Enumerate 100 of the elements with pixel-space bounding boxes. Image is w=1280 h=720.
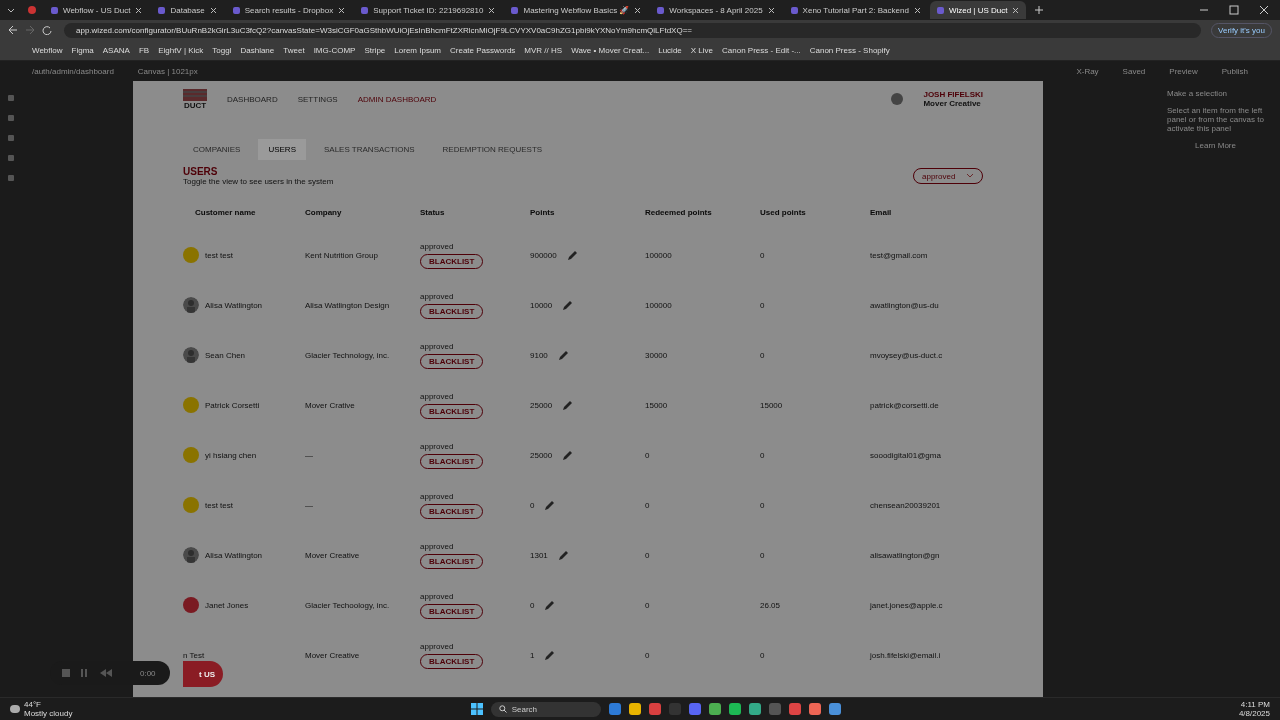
bookmark[interactable]: FB	[138, 45, 150, 55]
bookmark[interactable]: Toggl	[212, 45, 232, 55]
close-icon[interactable]	[135, 6, 143, 14]
weather-icon[interactable]	[10, 705, 20, 713]
status-text: approved	[420, 341, 454, 351]
app-icon[interactable]	[628, 703, 641, 715]
edit-icon[interactable]	[557, 349, 569, 361]
close-icon[interactable]	[338, 6, 346, 14]
app-icon[interactable]	[708, 703, 721, 715]
tab[interactable]: USERS	[258, 139, 306, 160]
tab[interactable]: COMPANIES	[183, 139, 251, 160]
toolbar-button[interactable]: X-Ray	[1076, 66, 1099, 76]
bookmark[interactable]: Figma	[71, 45, 94, 55]
edit-icon[interactable]	[562, 449, 574, 461]
bookmark[interactable]: X Live	[690, 45, 714, 55]
close-icon[interactable]	[488, 6, 496, 14]
toolbar-button[interactable]: Saved	[1122, 66, 1146, 76]
bookmark[interactable]: Webflow	[32, 45, 63, 55]
app-icon[interactable]	[788, 703, 801, 715]
bookmark[interactable]: IMG-COMP	[313, 45, 356, 55]
user-name: JOSH FIFELSKI	[923, 90, 983, 99]
close-icon[interactable]	[634, 6, 642, 14]
email-cell-text: alisawatlington@gn	[870, 550, 941, 560]
app-icon[interactable]	[748, 703, 761, 715]
app-icon[interactable]	[808, 703, 821, 715]
bookmark[interactable]: Stripe	[364, 45, 386, 55]
edit-icon[interactable]	[544, 599, 556, 611]
bookmark[interactable]: Canon Press - Shopify	[809, 45, 890, 55]
new-tab-icon[interactable]	[1034, 5, 1045, 15]
app-icon[interactable]	[688, 703, 701, 715]
edit-icon[interactable]	[557, 549, 569, 561]
tab[interactable]: REDEMPTION REQUESTS	[432, 139, 553, 160]
edit-icon[interactable]	[544, 649, 556, 661]
browser-tab[interactable]: Database	[151, 1, 224, 19]
learn-more-link[interactable]: Learn More	[1195, 141, 1236, 150]
status-text: approved	[420, 291, 454, 301]
bookmark[interactable]: ASANA	[102, 45, 130, 55]
clock-date: 4/8/2025	[1238, 709, 1270, 718]
app-icon[interactable]	[648, 703, 661, 715]
points-cell: 0	[530, 500, 535, 510]
nav-link[interactable]: ADMIN DASHBOARD	[357, 94, 437, 104]
bookmark[interactable]: EightV | Kick	[158, 45, 204, 55]
recording-time: 0:00	[140, 668, 156, 678]
bookmark[interactable]: Dashlane	[240, 45, 275, 55]
email-cell-text: patrick@corsetti.de	[870, 400, 940, 410]
close-icon[interactable]	[913, 6, 921, 14]
bookmark[interactable]: Lucide	[658, 45, 682, 55]
used-cell-text: 0	[760, 350, 766, 360]
redeemed-cell-text: 0	[645, 650, 651, 660]
nav-link[interactable]: SETTINGS	[297, 94, 338, 104]
browser-tab[interactable]: Search results - Dropbox	[225, 1, 353, 19]
edit-icon[interactable]	[562, 299, 574, 311]
edit-icon[interactable]	[566, 249, 578, 261]
navigation-icon[interactable]	[8, 25, 54, 35]
canvas-size[interactable]: Canvas | 1021px	[137, 66, 198, 76]
record-icon	[28, 6, 36, 14]
email-cell-text: chensean20039201	[870, 500, 942, 510]
bookmark[interactable]: Create Passwords	[450, 45, 516, 55]
company-cell-text: Glacier Techoology, inc.	[305, 600, 391, 610]
browser-tab[interactable]: Workspaces - 8 April 2025	[650, 1, 782, 19]
bookmark[interactable]: Wave • Mover Creat...	[571, 45, 650, 55]
window-controls-icon[interactable]	[1200, 5, 1270, 15]
browser-tab[interactable]: Support Ticket ID: 2219692810	[354, 1, 503, 19]
edit-icon[interactable]	[544, 499, 556, 511]
edit-icon[interactable]	[562, 399, 574, 411]
company-cell-text: Mover Crative	[305, 400, 356, 410]
bookmark[interactable]: MVR // HS	[524, 45, 563, 55]
toolbar-button[interactable]: Publish	[1221, 66, 1248, 76]
browser-tab[interactable]: Mastering Webflow Basics 🚀	[504, 1, 649, 19]
browser-tab[interactable]: Xeno Tutorial Part 2: Backend	[783, 1, 928, 19]
contact-button[interactable]: t US	[183, 661, 223, 687]
customer-name: test test	[205, 250, 233, 260]
toolbar-button[interactable]: Preview	[1169, 66, 1198, 76]
close-icon[interactable]	[209, 6, 217, 14]
search-field[interactable]: Search	[490, 701, 601, 717]
avatar[interactable]	[891, 93, 904, 105]
nav-link[interactable]: DASHBOARD	[227, 94, 278, 104]
start-icon[interactable]	[470, 703, 483, 715]
address-bar[interactable]: app.wized.com/configurator/BUuRnB2kGirL3uC3fcQ2?canvasState=W3siCGF0aGSthbWUiOjEsInBhcmFtZXRlcnMiOjF9LCVYXV0aC9hZG1pbi9kYXNoYm9hcmQiLFtdXQ==	[64, 22, 1202, 38]
used-cell-text: 0	[760, 650, 766, 660]
section-title: USERS	[183, 166, 219, 177]
tab[interactable]: SALES TRANSACTIONS	[314, 139, 425, 160]
used-cell-text: 15000	[760, 400, 784, 410]
company-cell-text: Mover Creative	[305, 550, 361, 560]
customer-name: n Test	[183, 650, 205, 660]
browser-tab[interactable]: Wized | US Duct	[929, 1, 1027, 19]
close-icon[interactable]	[767, 6, 775, 14]
app-icon[interactable]	[608, 703, 621, 715]
used-cell-text: 0	[760, 500, 766, 510]
browser-tab[interactable]: Webflow - US Duct	[44, 1, 150, 19]
status-text: approved	[420, 391, 454, 401]
bookmark[interactable]: Canon Press - Edit -...	[722, 45, 801, 55]
app-icon[interactable]	[828, 703, 841, 715]
close-icon[interactable]	[1012, 6, 1020, 14]
page-path[interactable]: /auth/admin/dashboard	[32, 66, 114, 76]
bookmark[interactable]: Tweet	[283, 45, 305, 55]
bookmark[interactable]: Lorem Ipsum	[394, 45, 441, 55]
app-icon[interactable]	[728, 703, 741, 715]
used-cell-text: 26.05	[760, 600, 782, 610]
points-cell: 1	[530, 650, 535, 660]
